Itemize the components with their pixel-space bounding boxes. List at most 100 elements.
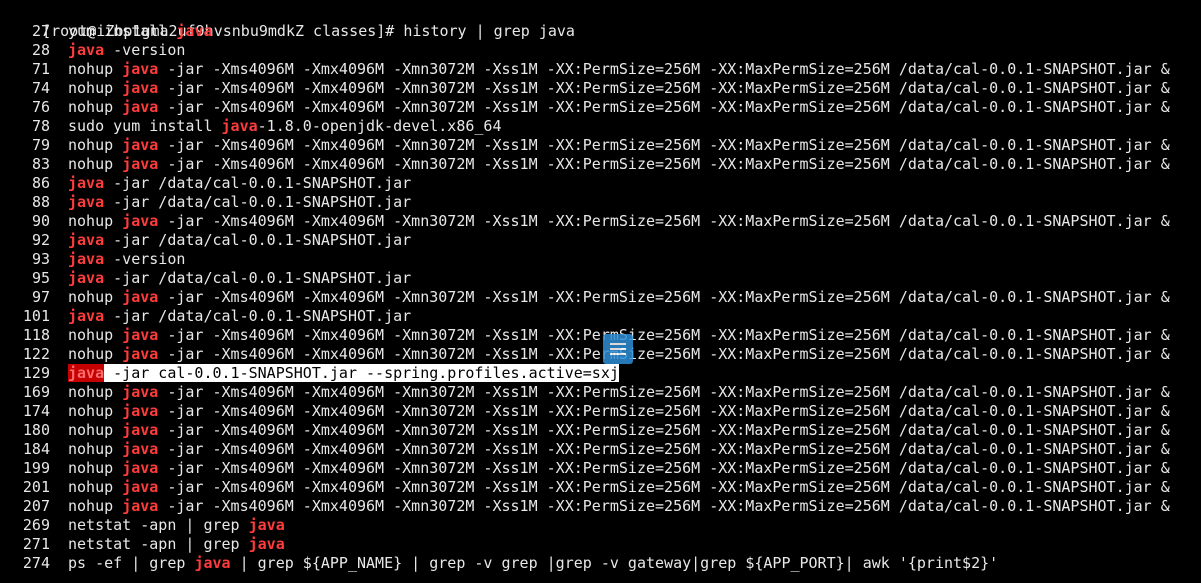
history-command[interactable]: ps -ef | grep java | grep ${APP_NAME} | … — [68, 554, 998, 572]
command-prefix: nohup — [68, 98, 123, 116]
history-command[interactable]: java -jar /data/cal-0.0.1-SNAPSHOT.jar — [68, 193, 411, 211]
history-command[interactable]: sudo yum install java-1.8.0-openjdk-deve… — [68, 117, 502, 135]
keyword-match: java — [221, 117, 258, 135]
history-number: 269 — [22, 516, 50, 534]
history-command[interactable]: nohup java -jar -Xms4096M -Xmx4096M -Xmn… — [68, 98, 1170, 116]
history-number: 76 — [31, 98, 50, 116]
keyword-match: java — [122, 497, 159, 515]
command-suffix: -jar -Xms4096M -Xmx4096M -Xmn3072M -Xss1… — [158, 288, 1170, 306]
keyword-match: java — [122, 212, 159, 230]
history-line: 71 nohup java -jar -Xms4096M -Xmx4096M -X… — [6, 60, 1170, 79]
history-command[interactable]: nohup java -jar -Xms4096M -Xmx4096M -Xmn… — [68, 155, 1170, 173]
command-suffix: -1.8.0-openjdk-devel.x86_64 — [257, 117, 502, 135]
menu-lines-icon[interactable] — [603, 334, 633, 364]
history-number: 180 — [22, 421, 50, 439]
command-suffix: -jar -Xms4096M -Xmx4096M -Xmn3072M -Xss1… — [158, 383, 1170, 401]
command-suffix: -jar -Xms4096M -Xmx4096M -Xmn3072M -Xss1… — [158, 345, 1170, 363]
history-line: 271 netstat -apn | grep java — [6, 535, 285, 554]
history-number: 118 — [22, 326, 50, 344]
history-command[interactable]: netstat -apn | grep java — [68, 516, 285, 534]
history-number: 122 — [22, 345, 50, 363]
history-line: 92 java -jar /data/cal-0.0.1-SNAPSHOT.jar — [6, 231, 411, 250]
keyword-match: java — [122, 288, 159, 306]
command-suffix: -jar -Xms4096M -Xmx4096M -Xmn3072M -Xss1… — [158, 478, 1170, 496]
command-suffix: -jar -Xms4096M -Xmx4096M -Xmn3072M -Xss1… — [158, 402, 1170, 420]
keyword-match: java — [122, 326, 159, 344]
history-command[interactable]: java -jar /data/cal-0.0.1-SNAPSHOT.jar — [68, 174, 411, 192]
keyword-match: java — [176, 22, 213, 40]
history-command[interactable]: java -version — [68, 250, 185, 268]
history-line: 28 java -version — [6, 41, 185, 60]
command-suffix: | grep ${APP_NAME} | grep -v grep |grep … — [230, 554, 999, 572]
history-number: 88 — [31, 193, 50, 211]
history-line: 269 netstat -apn | grep java — [6, 516, 285, 535]
history-number: 207 — [22, 497, 50, 515]
history-command[interactable]: nohup java -jar -Xms4096M -Xmx4096M -Xmn… — [68, 402, 1170, 420]
keyword-match: java — [122, 440, 159, 458]
history-line: 169 nohup java -jar -Xms4096M -Xmx4096M -… — [6, 383, 1170, 402]
history-number: 86 — [31, 174, 50, 192]
history-line: 79 nohup java -jar -Xms4096M -Xmx4096M -X… — [6, 136, 1170, 155]
history-line: 184 nohup java -jar -Xms4096M -Xmx4096M -… — [6, 440, 1170, 459]
history-line: 101 java -jar /data/cal-0.0.1-SNAPSHOT.ja… — [6, 307, 411, 326]
history-number: 274 — [22, 554, 50, 572]
history-command[interactable]: nohup java -jar -Xms4096M -Xmx4096M -Xmn… — [68, 79, 1170, 97]
command-prefix: nohup — [68, 155, 123, 173]
history-line: 27 yum install java — [6, 22, 213, 41]
history-command[interactable]: nohup java -jar -Xms4096M -Xmx4096M -Xmn… — [68, 440, 1170, 458]
command-suffix: -jar -Xms4096M -Xmx4096M -Xmn3072M -Xss1… — [158, 98, 1170, 116]
history-command[interactable]: java -jar /data/cal-0.0.1-SNAPSHOT.jar — [68, 231, 411, 249]
command-prefix: nohup — [68, 288, 123, 306]
history-command[interactable]: nohup java -jar -Xms4096M -Xmx4096M -Xmn… — [68, 421, 1170, 439]
command-suffix: -jar -Xms4096M -Xmx4096M -Xmn3072M -Xss1… — [158, 497, 1170, 515]
history-line: 88 java -jar /data/cal-0.0.1-SNAPSHOT.jar — [6, 193, 411, 212]
history-command[interactable]: nohup java -jar -Xms4096M -Xmx4096M -Xmn… — [68, 478, 1170, 496]
keyword-match: java — [122, 478, 159, 496]
history-command[interactable]: nohup java -jar -Xms4096M -Xmx4096M -Xmn… — [68, 136, 1170, 154]
command-suffix: -jar -Xms4096M -Xmx4096M -Xmn3072M -Xss1… — [158, 326, 1170, 344]
command-suffix: -jar -Xms4096M -Xmx4096M -Xmn3072M -Xss1… — [158, 79, 1170, 97]
history-line: 180 nohup java -jar -Xms4096M -Xmx4096M -… — [6, 421, 1170, 440]
history-number: 201 — [22, 478, 50, 496]
history-command[interactable]: java -jar /data/cal-0.0.1-SNAPSHOT.jar — [68, 307, 411, 325]
selected-command[interactable]: java -jar cal-0.0.1-SNAPSHOT.jar --sprin… — [68, 364, 619, 382]
history-line: 122 nohup java -jar -Xms4096M -Xmx4096M -… — [6, 345, 1170, 364]
keyword-match: java — [122, 136, 159, 154]
history-command[interactable]: java -jar /data/cal-0.0.1-SNAPSHOT.jar — [68, 269, 411, 287]
command-prefix: ps -ef | grep — [68, 554, 195, 572]
history-command[interactable]: netstat -apn | grep java — [68, 535, 285, 553]
history-command[interactable]: java -version — [68, 41, 185, 59]
prompt-line: [root@iZbp1gma2uf9hvsnbu9mdkZ classes]# … — [6, 3, 575, 40]
keyword-match: java — [122, 459, 159, 477]
keyword-match: java — [122, 421, 159, 439]
keyword-match: java — [68, 193, 105, 211]
keyword-match: java — [68, 307, 105, 325]
command-prefix: nohup — [68, 421, 123, 439]
keyword-match: java — [248, 516, 285, 534]
terminal-window[interactable]: [root@iZbp1gma2uf9hvsnbu9mdkZ classes]# … — [0, 0, 1201, 583]
command-prefix: nohup — [68, 383, 123, 401]
history-number: 28 — [31, 41, 50, 59]
command-prefix: nohup — [68, 402, 123, 420]
history-command[interactable]: nohup java -jar -Xms4096M -Xmx4096M -Xmn… — [68, 212, 1170, 230]
history-line: 93 java -version — [6, 250, 185, 269]
history-command[interactable]: yum install java — [68, 22, 213, 40]
history-line: 83 nohup java -jar -Xms4096M -Xmx4096M -X… — [6, 155, 1170, 174]
history-number: 92 — [31, 231, 50, 249]
command-suffix: -jar -Xms4096M -Xmx4096M -Xmn3072M -Xss1… — [158, 212, 1170, 230]
command-suffix: -jar -Xms4096M -Xmx4096M -Xmn3072M -Xss1… — [158, 440, 1170, 458]
command-prefix: netstat -apn | grep — [68, 516, 249, 534]
history-command[interactable]: nohup java -jar -Xms4096M -Xmx4096M -Xmn… — [68, 288, 1170, 306]
history-command[interactable]: nohup java -jar -Xms4096M -Xmx4096M -Xmn… — [68, 383, 1170, 401]
history-command[interactable]: nohup java -jar -Xms4096M -Xmx4096M -Xmn… — [68, 459, 1170, 477]
command-suffix: -jar /data/cal-0.0.1-SNAPSHOT.jar — [104, 174, 412, 192]
keyword-match: java — [68, 269, 105, 287]
history-number: 27 — [31, 22, 50, 40]
history-command[interactable]: nohup java -jar -Xms4096M -Xmx4096M -Xmn… — [68, 497, 1170, 515]
command-prefix: nohup — [68, 79, 123, 97]
history-line: 207 nohup java -jar -Xms4096M -Xmx4096M -… — [6, 497, 1170, 516]
keyword-match: java — [68, 41, 105, 59]
history-command[interactable]: nohup java -jar -Xms4096M -Xmx4096M -Xmn… — [68, 60, 1170, 78]
keyword-match: java — [248, 535, 285, 553]
keyword-match: java — [68, 364, 105, 382]
